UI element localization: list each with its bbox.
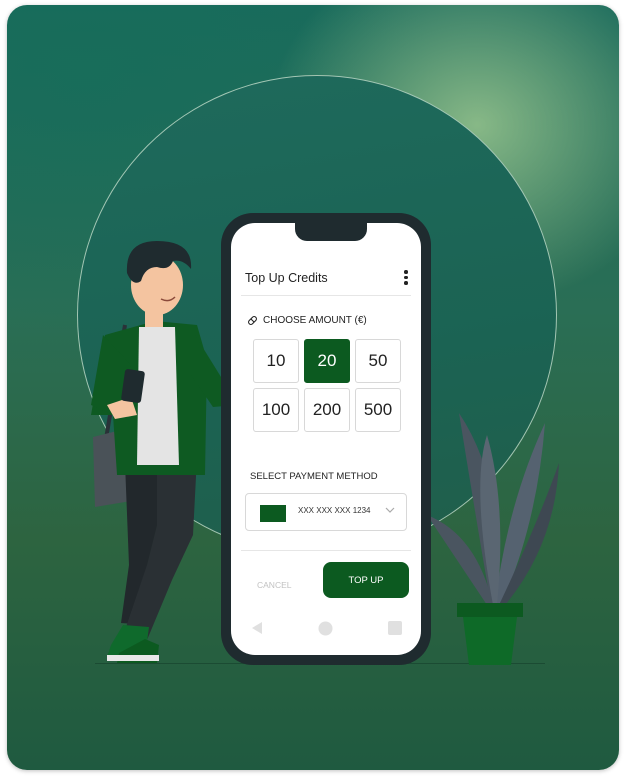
phone-screen: Top Up Credits CHOOSE AMOUNT (€) 10 20 5… — [231, 223, 421, 655]
amount-options: 10 20 50 100 200 500 — [253, 339, 403, 432]
chevron-down-icon — [385, 507, 395, 513]
choose-amount-label: CHOOSE AMOUNT (€) — [247, 315, 367, 326]
amount-option-10[interactable]: 10 — [253, 339, 299, 383]
amount-option-500[interactable]: 500 — [355, 388, 401, 432]
header-divider — [241, 295, 411, 296]
choose-amount-text: CHOOSE AMOUNT (€) — [263, 315, 367, 326]
payment-method-select[interactable]: XXX XXX XXX 1234 — [245, 493, 407, 531]
phone-notch — [295, 223, 367, 241]
kebab-menu-icon[interactable] — [403, 270, 409, 288]
card-number: XXX XXX XXX 1234 — [298, 506, 371, 515]
illustration-card: Top Up Credits CHOOSE AMOUNT (€) 10 20 5… — [7, 5, 619, 770]
recent-square-icon[interactable] — [388, 621, 402, 635]
card-icon — [260, 505, 286, 522]
top-up-button[interactable]: TOP UP — [323, 562, 409, 598]
back-triangle-icon[interactable] — [251, 621, 263, 635]
actions-divider — [241, 550, 411, 551]
pill-icon — [248, 316, 257, 325]
payment-method-label: SELECT PAYMENT METHOD — [250, 471, 378, 482]
home-circle-icon[interactable] — [318, 621, 333, 636]
phone-mockup: Top Up Credits CHOOSE AMOUNT (€) 10 20 5… — [221, 213, 431, 665]
amount-option-100[interactable]: 100 — [253, 388, 299, 432]
amount-option-50[interactable]: 50 — [355, 339, 401, 383]
screen-title: Top Up Credits — [245, 271, 328, 285]
cancel-button[interactable]: CANCEL — [257, 580, 291, 590]
amount-option-200[interactable]: 200 — [304, 388, 350, 432]
amount-option-20[interactable]: 20 — [304, 339, 350, 383]
